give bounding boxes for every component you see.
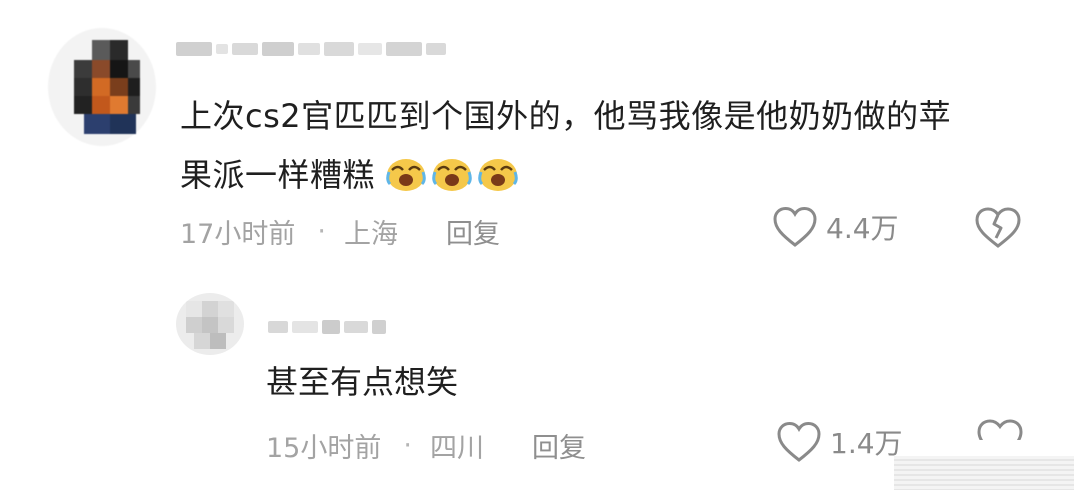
watermark-overlay [894,456,1074,490]
like-button[interactable]: 4.4万 [772,206,899,248]
like-count: 4.4万 [826,212,899,245]
reply-dislike-button[interactable] [976,418,1024,440]
reply-like-count: 1.4万 [830,427,903,460]
reply-button[interactable]: 回复 [446,212,500,251]
laughing-crying-emoji-icon [477,159,518,191]
laughing-crying-emoji-icon [431,159,472,191]
comment-line-2: 果派一样糟糕 [180,156,376,194]
meta-separator: · [317,216,326,247]
laughing-crying-emoji-icon [385,159,426,191]
comment-meta: 17小时前 · 上海 回复 [180,212,500,251]
reply-reply-button[interactable]: 回复 [532,426,586,465]
comment-time: 17小时前 [180,219,296,250]
reply-meta: 15小时前 · 四川 回复 [266,426,586,465]
reply-body: 甚至有点想笑 [266,363,459,401]
reply-time: 15小时前 [266,433,382,464]
comment-location: 上海 [343,219,398,250]
commenter-avatar[interactable] [48,28,156,146]
reply-location: 四川 [429,433,484,464]
comment-body: 上次cs2官匹匹到个国外的，他骂我像是他奶奶做的苹 果派一样糟糕 [180,87,1040,205]
broken-heart-icon [975,207,1021,248]
meta-separator: · [403,430,412,461]
comment-thread: 上次cs2官匹匹到个国外的，他骂我像是他奶奶做的苹 果派一样糟糕 17小时前 ·… [0,0,1080,496]
heart-outline-icon [777,421,821,462]
replier-avatar[interactable] [176,293,244,355]
replier-username-blurred[interactable] [268,320,386,334]
dislike-button[interactable] [974,206,1022,254]
broken-heart-icon [977,419,1023,440]
reply-like-button[interactable]: 1.4万 [776,421,903,463]
comment-line-1: 上次cs2官匹匹到个国外的，他骂我像是他奶奶做的苹 [180,97,952,135]
commenter-username-blurred[interactable] [176,42,446,56]
heart-outline-icon [773,206,817,247]
